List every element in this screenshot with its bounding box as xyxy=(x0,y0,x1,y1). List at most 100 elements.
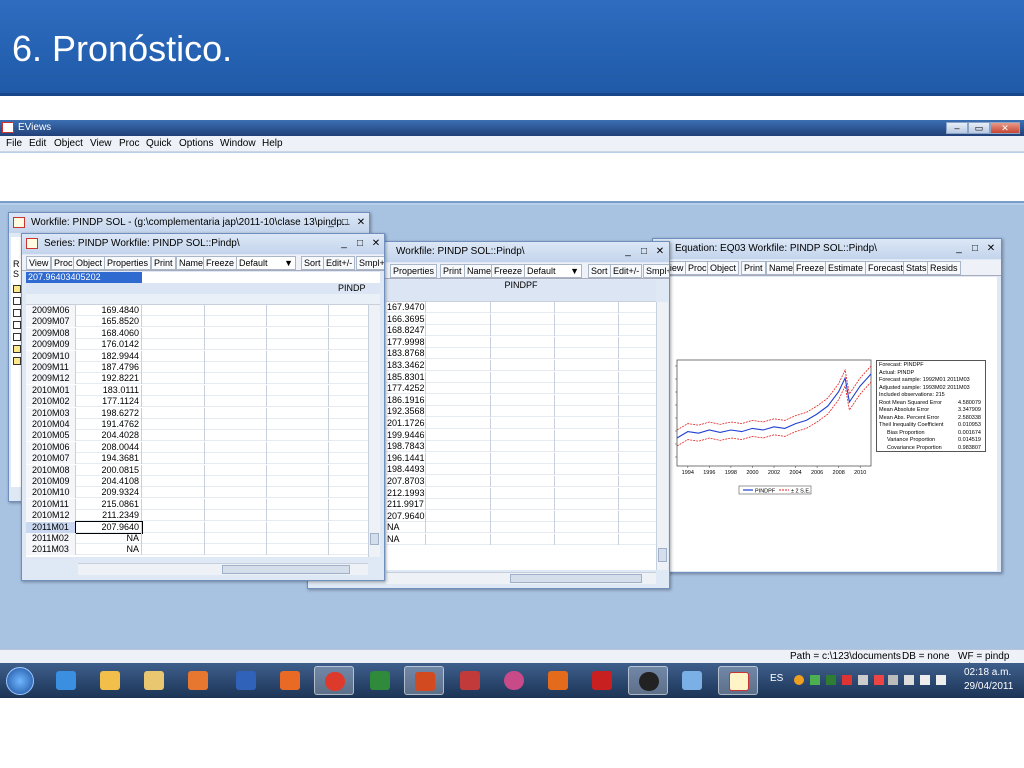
eq-proc-button[interactable]: Proc xyxy=(685,261,710,275)
pindpf-row[interactable]: 167.9470 xyxy=(386,302,656,313)
series-row[interactable]: 2010M06 208.0044 xyxy=(26,441,368,453)
series-object-icon[interactable] xyxy=(13,321,21,329)
series-view-button[interactable]: View xyxy=(26,256,52,270)
eviews-taskbar-icon[interactable] xyxy=(718,666,758,695)
pindpf-value-cell[interactable]: NA xyxy=(386,534,426,545)
series-object-icon[interactable] xyxy=(13,333,21,341)
command-window[interactable] xyxy=(0,153,1024,203)
pindpf-minimize-icon[interactable]: _ xyxy=(622,246,634,257)
pf-default-dropdown[interactable]: Default ▼ xyxy=(524,264,582,278)
pindpf-value-cell[interactable]: 186.1916 xyxy=(386,394,426,406)
eq-resids-button[interactable]: Resids xyxy=(927,261,961,275)
pindpf-row[interactable]: 199.9446 xyxy=(386,429,656,441)
media-player-icon[interactable] xyxy=(178,666,218,695)
series-row[interactable]: 2010M07 194.3681 xyxy=(26,453,368,465)
tray-app-icon[interactable] xyxy=(842,675,852,685)
tray-app-icon[interactable] xyxy=(858,675,868,685)
menu-proc[interactable]: Proc xyxy=(119,138,140,149)
network-icon[interactable] xyxy=(920,675,930,685)
language-indicator[interactable]: ES xyxy=(770,673,783,684)
series-object-icon[interactable] xyxy=(13,345,21,353)
menu-view[interactable]: View xyxy=(90,138,112,149)
series-edit-field[interactable]: 207.96403405202 xyxy=(26,272,142,283)
series-edit-rest[interactable] xyxy=(142,272,380,283)
tray-app-icon[interactable] xyxy=(794,675,804,685)
series-smpl-button[interactable]: Smpl+ xyxy=(356,256,384,270)
pindpf-row[interactable]: 207.8703 xyxy=(386,476,656,487)
row-value-cell[interactable]: NA xyxy=(76,533,142,544)
series-row[interactable]: 2010M03 198.6272 xyxy=(26,407,368,419)
pindpf-value-cell[interactable]: 198.4493 xyxy=(386,464,426,476)
series-row[interactable]: 2010M12 211.2349 xyxy=(26,510,368,522)
pindpf-close-icon[interactable]: ✕ xyxy=(654,246,666,257)
internet-explorer-icon[interactable] xyxy=(46,666,86,695)
pindpf-row[interactable]: 183.3462 xyxy=(386,360,656,371)
series-vertical-scrollbar[interactable] xyxy=(368,305,380,557)
acrobat-icon[interactable] xyxy=(582,666,622,695)
pindpf-value-cell[interactable]: 207.9640 xyxy=(386,510,426,522)
equation-minimize-icon[interactable]: _ xyxy=(953,243,965,254)
pindpf-hscroll-thumb[interactable] xyxy=(510,574,642,583)
series-row[interactable]: 2010M08 200.0815 xyxy=(26,464,368,476)
pindpf-value-cell[interactable]: 177.9998 xyxy=(386,336,426,348)
pindpf-row[interactable]: 196.1441 xyxy=(386,452,656,464)
tray-app-icon[interactable] xyxy=(874,675,884,685)
row-value-cell[interactable]: 194.3681 xyxy=(76,453,142,465)
pindpf-value-cell[interactable]: 207.8703 xyxy=(386,476,426,487)
row-value-cell[interactable]: 187.4796 xyxy=(76,362,142,373)
maximize-button[interactable]: ▭ xyxy=(968,122,990,134)
menu-window[interactable]: Window xyxy=(220,138,256,149)
tray-app-icon[interactable] xyxy=(888,675,898,685)
pindpf-horizontal-scrollbar[interactable] xyxy=(386,572,656,584)
menu-options[interactable]: Options xyxy=(179,138,213,149)
series-close-icon[interactable]: ✕ xyxy=(370,238,382,249)
tray-app-icon[interactable] xyxy=(810,675,820,685)
series-row[interactable]: 2009M12 192.8221 xyxy=(26,373,368,385)
row-value-cell[interactable]: 204.4108 xyxy=(76,476,142,487)
close-button[interactable]: ✕ xyxy=(990,122,1020,134)
pf-sort-button[interactable]: Sort xyxy=(588,264,611,278)
pindpf-value-cell[interactable]: 198.7843 xyxy=(386,441,426,453)
row-value-cell[interactable]: 176.0142 xyxy=(76,339,142,351)
series-minimize-icon[interactable]: _ xyxy=(338,238,350,249)
pindpf-value-cell[interactable]: 196.1441 xyxy=(386,452,426,464)
file-explorer-icon[interactable] xyxy=(134,666,174,695)
series-row[interactable]: 2010M09 204.4108 xyxy=(26,476,368,487)
series-row[interactable]: 2010M10 209.9324 xyxy=(26,487,368,499)
battery-icon[interactable] xyxy=(904,675,914,685)
eq-estimate-button[interactable]: Estimate xyxy=(825,261,867,275)
firefox-icon[interactable] xyxy=(270,666,310,695)
pindpf-row[interactable]: 201.1726 xyxy=(386,418,656,429)
row-value-cell[interactable]: 209.9324 xyxy=(76,487,142,499)
pindpf-row[interactable]: NA xyxy=(386,522,656,534)
pf-edit-button[interactable]: Edit+/- xyxy=(610,264,643,278)
pindpf-row[interactable]: 168.8247 xyxy=(386,325,656,337)
pindpf-row[interactable]: 212.1993 xyxy=(386,487,656,499)
series-window[interactable]: Series: PINDP Workfile: PINDP SOL::Pindp… xyxy=(21,233,385,581)
pindpf-value-cell[interactable]: 177.4252 xyxy=(386,383,426,395)
series-row[interactable]: 2009M09 176.0142 xyxy=(26,339,368,351)
pindpf-value-cell[interactable]: 167.9470 xyxy=(386,302,426,313)
row-value-cell[interactable]: 169.4840 xyxy=(76,305,142,316)
series-row[interactable]: 2010M01 183.0111 xyxy=(26,384,368,396)
start-button[interactable] xyxy=(6,667,34,695)
workfile-close-icon[interactable]: ✕ xyxy=(355,217,367,228)
excel-icon[interactable] xyxy=(360,666,400,695)
clock-time[interactable]: 02:18 a.m. xyxy=(964,667,1011,678)
outlook-icon[interactable] xyxy=(90,666,130,695)
camera-app-icon[interactable] xyxy=(628,666,668,695)
series-freeze-button[interactable]: Freeze xyxy=(203,256,238,270)
series-row[interactable]: 2010M11 215.0861 xyxy=(26,498,368,510)
series-row[interactable]: 2009M10 182.9944 xyxy=(26,350,368,362)
series-object-icon[interactable] xyxy=(13,309,21,317)
series-row[interactable]: 2009M08 168.4060 xyxy=(26,327,368,339)
pindpf-row[interactable]: 207.9640 xyxy=(386,510,656,522)
pindpf-value-cell[interactable]: 211.9917 xyxy=(386,499,426,511)
eq-name-button[interactable]: Name xyxy=(766,261,797,275)
menu-file[interactable]: File xyxy=(6,138,22,149)
series-object-icon[interactable] xyxy=(13,285,21,293)
pindpf-row[interactable]: NA xyxy=(386,534,656,545)
pindpf-value-cell[interactable]: NA xyxy=(386,522,426,534)
pindpf-value-cell[interactable]: 185.8301 xyxy=(386,371,426,383)
pindpf-scroll-thumb[interactable] xyxy=(658,548,667,562)
